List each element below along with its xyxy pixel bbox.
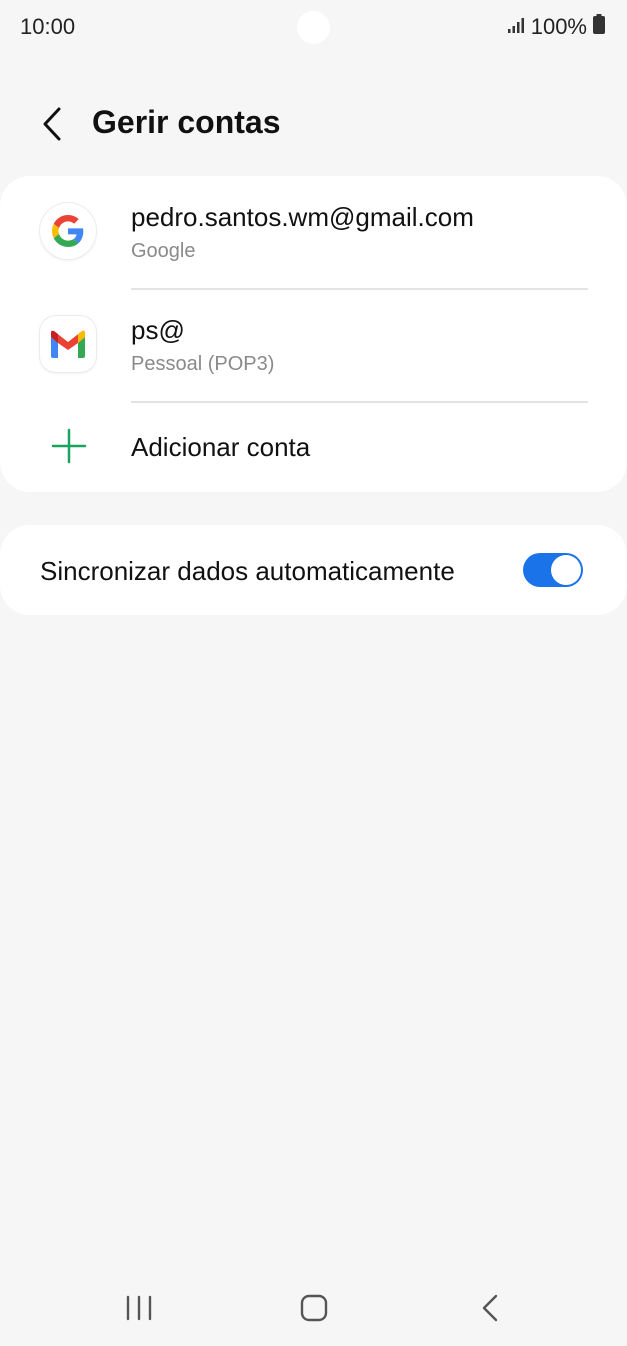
battery-icon [593, 14, 605, 40]
back-button[interactable] [30, 102, 74, 146]
home-icon [300, 1294, 328, 1322]
account-type: Pessoal (POP3) [131, 353, 275, 375]
sync-toggle[interactable] [523, 553, 583, 587]
recent-apps-button[interactable] [111, 1284, 167, 1332]
recent-apps-icon [126, 1295, 152, 1321]
account-name: ps@ [131, 315, 185, 345]
status-indicators: 100% [507, 14, 605, 40]
nav-back-button[interactable] [462, 1284, 518, 1332]
add-account-button[interactable]: Adicionar conta [0, 402, 627, 492]
add-account-label: Adicionar conta [131, 432, 311, 462]
sync-label: Sincronizar dados automaticamente [40, 556, 455, 586]
page-title: Gerir contas [92, 104, 281, 140]
sync-card: Sincronizar dados automaticamente [0, 525, 627, 615]
plus-icon [51, 428, 87, 464]
account-row-google[interactable]: pedro.santos.wm@gmail.com Google [0, 176, 627, 288]
toggle-knob [551, 555, 581, 585]
status-bar: 10:00 100% [0, 0, 627, 56]
account-type: Google [131, 240, 196, 262]
account-row-pop3[interactable]: ps@ Pessoal (POP3) [0, 289, 627, 401]
battery-percent: 100% [530, 14, 587, 39]
gmail-icon [40, 316, 96, 372]
camera-cutout [297, 11, 330, 44]
google-icon [40, 203, 96, 259]
home-button[interactable] [286, 1284, 342, 1332]
accounts-card: pedro.santos.wm@gmail.com Google ps@ Pes… [0, 176, 627, 492]
account-email: pedro.santos.wm@gmail.com [131, 202, 474, 232]
back-arrow-icon [482, 1294, 498, 1322]
app-header: Gerir contas [0, 92, 627, 156]
status-time: 10:00 [20, 14, 76, 39]
navigation-bar [0, 1270, 627, 1346]
signal-icon [507, 14, 525, 40]
chevron-left-icon [43, 107, 61, 141]
